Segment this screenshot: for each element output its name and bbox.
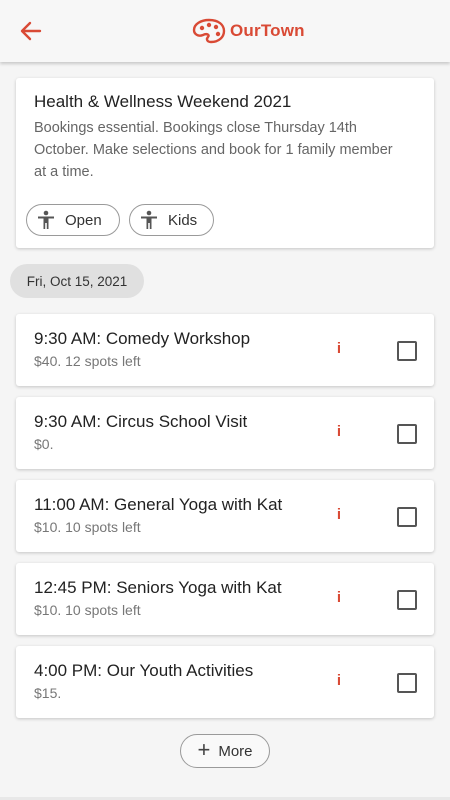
- tag-chip-kids[interactable]: Kids: [129, 204, 214, 236]
- session-checkbox[interactable]: [397, 341, 417, 361]
- session-item[interactable]: 4:00 PM: Our Youth Activities $15. i: [16, 646, 434, 718]
- person-icon: [38, 210, 54, 229]
- tag-chip-open[interactable]: Open: [26, 204, 120, 236]
- person-icon: [141, 210, 157, 229]
- info-icon[interactable]: i: [332, 423, 346, 443]
- session-details: $10. 10 spots left: [34, 602, 141, 618]
- palette-logo-icon: [192, 18, 226, 44]
- date-header: Fri, Oct 15, 2021: [10, 264, 144, 298]
- session-item[interactable]: 9:30 AM: Comedy Workshop $40. 12 spots l…: [16, 314, 434, 386]
- brand-name: OurTown: [230, 21, 305, 40]
- info-icon[interactable]: i: [332, 340, 346, 360]
- plus-icon: +: [197, 737, 211, 762]
- session-details: $40. 12 spots left: [34, 353, 141, 369]
- app-bar: OurTown: [0, 0, 450, 62]
- session-checkbox[interactable]: [397, 507, 417, 527]
- event-card: Health & Wellness Weekend 2021 Bookings …: [16, 78, 434, 248]
- session-item[interactable]: 11:00 AM: General Yoga with Kat $10. 10 …: [16, 480, 434, 552]
- back-button[interactable]: [16, 17, 46, 45]
- session-title: 4:00 PM: Our Youth Activities: [34, 661, 254, 680]
- info-icon[interactable]: i: [332, 506, 346, 526]
- session-item[interactable]: 9:30 AM: Circus School Visit $0. i: [16, 397, 434, 469]
- session-details: $0.: [34, 436, 54, 452]
- session-checkbox[interactable]: [397, 673, 417, 693]
- more-button[interactable]: + More: [180, 734, 270, 768]
- info-icon[interactable]: i: [332, 672, 346, 692]
- tag-label: Open: [65, 211, 102, 229]
- event-title: Health & Wellness Weekend 2021: [34, 92, 292, 111]
- brand-logo: OurTown: [192, 16, 305, 46]
- session-title: 12:45 PM: Seniors Yoga with Kat: [34, 578, 282, 597]
- more-label: More: [218, 742, 253, 760]
- arrow-left-icon: [20, 21, 42, 41]
- session-checkbox[interactable]: [397, 590, 417, 610]
- session-details: $15.: [34, 685, 62, 701]
- session-title: 9:30 AM: Circus School Visit: [34, 412, 248, 431]
- event-description: Bookings essential. Bookings close Thurs…: [34, 120, 393, 180]
- session-checkbox[interactable]: [397, 424, 417, 444]
- session-item[interactable]: 12:45 PM: Seniors Yoga with Kat $10. 10 …: [16, 563, 434, 635]
- session-title: 11:00 AM: General Yoga with Kat: [34, 495, 283, 514]
- info-icon[interactable]: i: [332, 589, 346, 609]
- session-title: 9:30 AM: Comedy Workshop: [34, 329, 251, 348]
- tag-label: Kids: [168, 211, 198, 229]
- session-details: $10. 10 spots left: [34, 519, 141, 535]
